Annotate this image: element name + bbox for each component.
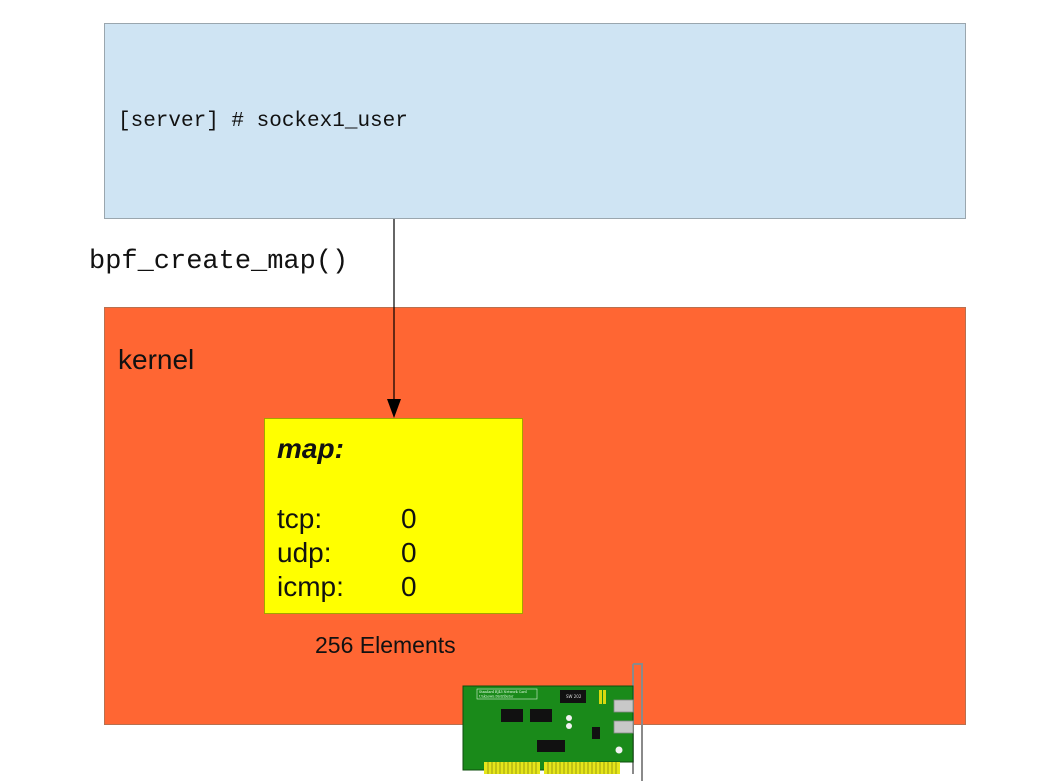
map-entry-tcp: tcp: 0 — [277, 503, 517, 537]
network-card-icon: Standard RJ45 Network Card Unknown Distr… — [462, 663, 643, 781]
map-entry-udp: udp: 0 — [277, 537, 517, 571]
map-entry-key: udp: — [277, 537, 332, 568]
map-size-label: 256 Elements — [315, 632, 456, 658]
map-entry-icmp: icmp: 0 — [277, 571, 517, 605]
map-entry-key: icmp: — [277, 571, 344, 602]
map-entry-value: 0 — [401, 537, 417, 568]
nic-card-title: Standard RJ45 Network Card — [479, 690, 527, 694]
bpf-map-box: map: tcp: 0 udp: 0 icmp: 0 — [264, 418, 523, 614]
nic-chip-label: SW 202 — [566, 694, 582, 699]
map-title: map: — [277, 433, 344, 464]
map-entry-key: tcp: — [277, 503, 323, 534]
map-entry-value: 0 — [401, 503, 417, 534]
map-entry-value: 0 — [401, 571, 417, 602]
nic-card-subtitle: Unknown Distributor — [479, 695, 514, 699]
